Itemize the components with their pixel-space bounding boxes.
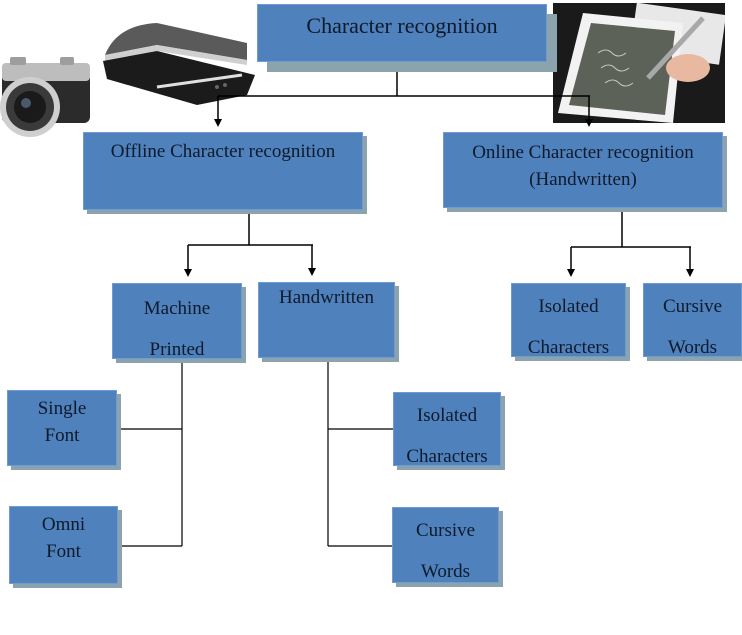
node-label: Characters (527, 337, 610, 358)
node-label: Words (420, 561, 471, 582)
node-machine-printed: Machine Printed (112, 283, 242, 360)
node-online-isolated-characters: Isolated Characters (511, 283, 626, 358)
node-label: Isolated (538, 296, 599, 317)
node-label: Isolated (416, 405, 478, 426)
node-label: Handwritten (279, 287, 374, 308)
node-label: Font (46, 541, 81, 562)
node-character-recognition: Character recognition (257, 4, 547, 62)
node-label: Omni (41, 514, 86, 535)
node-online-character-recognition: Online Character recognition (Handwritte… (443, 132, 723, 208)
node-label: Cursive (415, 520, 476, 541)
node-handwritten-cursive-words: Cursive Words (392, 507, 499, 583)
node-sublabel: (Handwritten) (529, 169, 637, 190)
node-offline-character-recognition: Offline Character recognition (83, 132, 363, 210)
node-label: Single (37, 398, 87, 419)
node-label: Characters (406, 446, 488, 467)
node-label: Font (44, 425, 80, 446)
node-single-font: Single Font (7, 390, 117, 466)
node-label: Machine (143, 298, 211, 319)
node-label: Offline Character recognition (110, 141, 336, 162)
node-label: Character recognition (306, 13, 498, 38)
node-label: Online Character recognition (472, 142, 694, 163)
node-omni-font: Omni Font (9, 506, 118, 584)
node-handwritten: Handwritten (258, 282, 395, 358)
node-online-cursive-words: Cursive Words (643, 283, 742, 358)
node-label: Words (667, 337, 718, 358)
node-label: Cursive (662, 296, 723, 317)
node-label: Printed (149, 339, 205, 360)
node-handwritten-isolated-characters: Isolated Characters (393, 392, 501, 467)
